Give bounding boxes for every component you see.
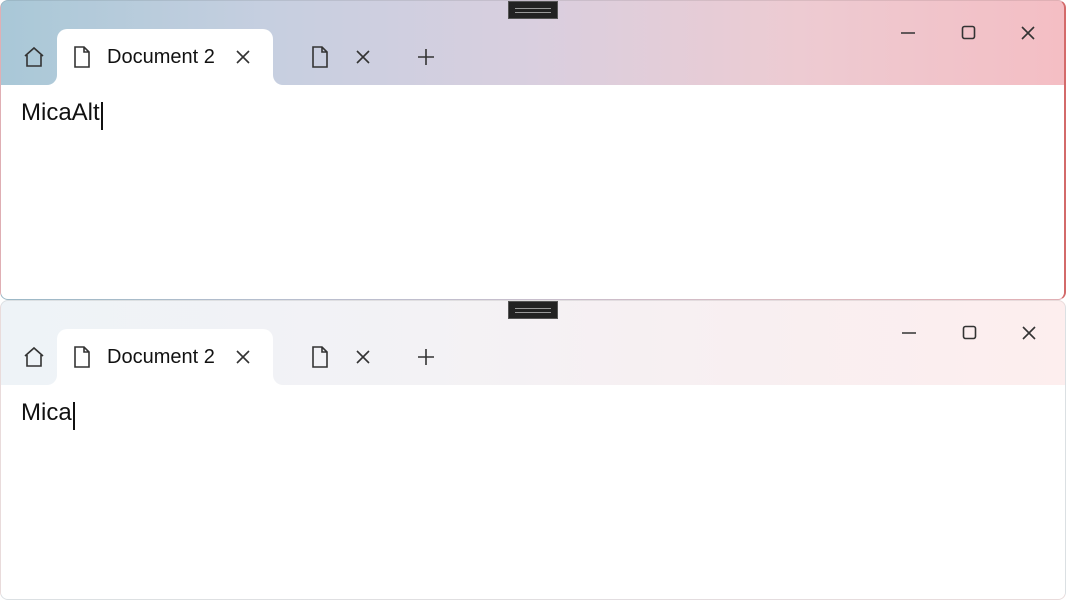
minimize-button[interactable] <box>878 11 938 59</box>
tab-close-button[interactable] <box>229 43 257 71</box>
maximize-button[interactable] <box>939 311 999 359</box>
close-icon <box>355 349 371 365</box>
tab-close-button[interactable] <box>349 43 377 71</box>
tab-label: Document 2 <box>107 46 215 69</box>
new-tab-button[interactable] <box>417 329 435 385</box>
minimize-button[interactable] <box>879 311 939 359</box>
title-bar: Document 2 <box>1 1 1064 85</box>
window-caption-controls <box>879 311 1059 359</box>
window-caption-controls <box>878 11 1058 59</box>
close-icon <box>1021 325 1037 346</box>
text-caret <box>73 402 75 430</box>
plus-icon <box>417 348 435 366</box>
editor-text: Mica <box>21 399 72 427</box>
maximize-button[interactable] <box>938 11 998 59</box>
close-window-button[interactable] <box>998 11 1058 59</box>
document-icon <box>309 345 331 369</box>
close-icon <box>355 49 371 65</box>
close-window-button[interactable] <box>999 311 1059 359</box>
tab-label: Document 2 <box>107 346 215 369</box>
tab-inactive[interactable] <box>299 329 387 385</box>
editor-text: MicaAlt <box>21 99 100 127</box>
close-icon <box>235 349 251 365</box>
maximize-icon <box>961 25 976 45</box>
plus-icon <box>417 48 435 66</box>
maximize-icon <box>962 325 977 345</box>
text-caret <box>101 102 103 130</box>
document-icon <box>71 345 93 369</box>
minimize-icon <box>901 325 917 346</box>
document-icon <box>71 45 93 69</box>
tab-close-button[interactable] <box>229 343 257 371</box>
new-tab-button[interactable] <box>417 29 435 85</box>
tab-inactive[interactable] <box>299 29 387 85</box>
app-window-micaalt: Document 2 <box>0 0 1066 300</box>
app-window-mica: Document 2 <box>0 300 1066 600</box>
home-icon <box>22 45 46 69</box>
editor-area[interactable]: Mica <box>1 385 1065 599</box>
tab-active[interactable]: Document 2 <box>57 29 273 85</box>
editor-area[interactable]: MicaAlt <box>1 85 1064 299</box>
close-icon <box>1020 25 1036 46</box>
title-bar: Document 2 <box>1 301 1065 385</box>
close-icon <box>235 49 251 65</box>
document-icon <box>309 45 331 69</box>
home-icon <box>22 345 46 369</box>
tab-active[interactable]: Document 2 <box>57 329 273 385</box>
minimize-icon <box>900 25 916 46</box>
tab-close-button[interactable] <box>349 343 377 371</box>
